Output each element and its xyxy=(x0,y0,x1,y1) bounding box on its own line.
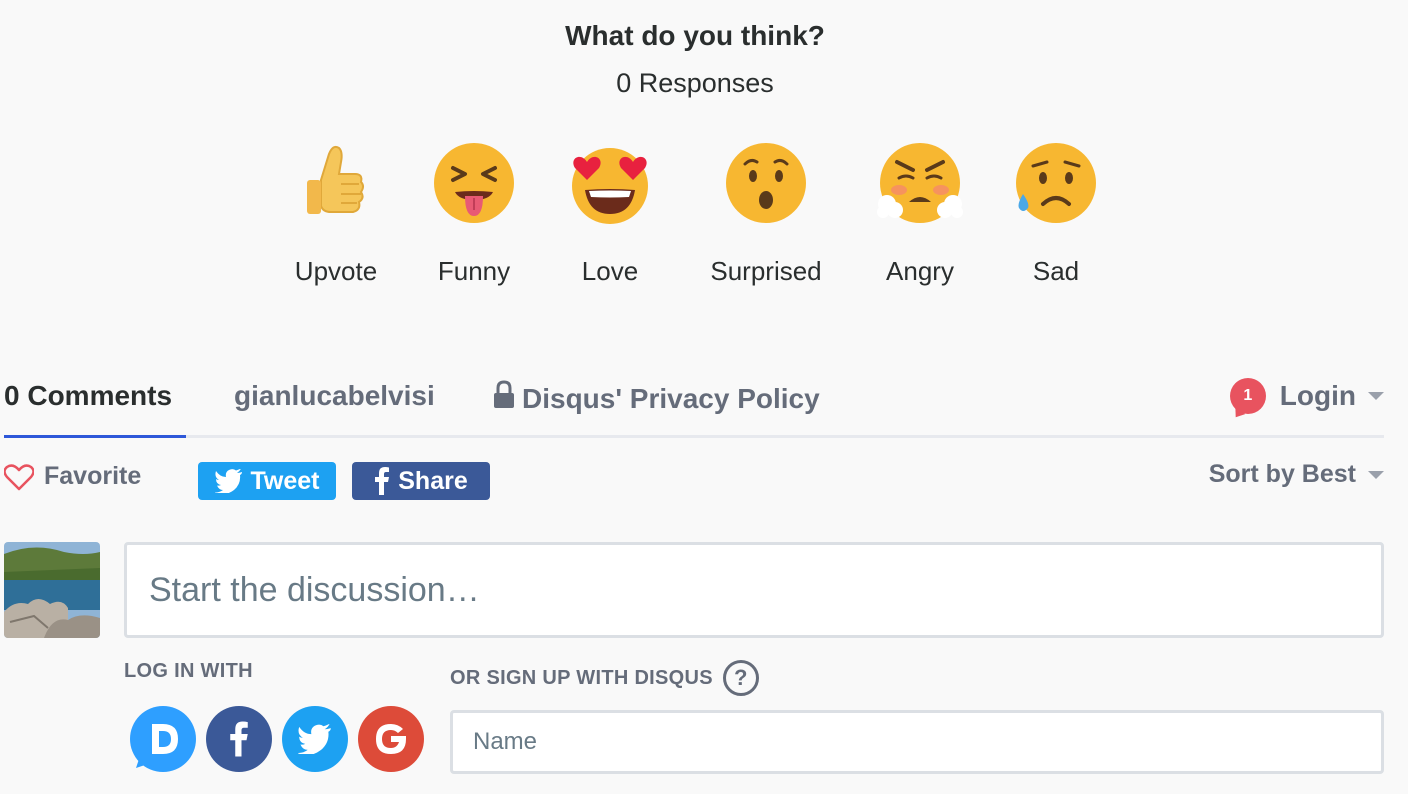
favorite-label: Favorite xyxy=(44,462,142,490)
disqus-logo-icon xyxy=(134,710,192,768)
favorite-button[interactable]: Favorite xyxy=(4,462,141,491)
discussion-input[interactable] xyxy=(124,542,1384,638)
sort-dropdown[interactable]: Sort by Best xyxy=(1209,460,1384,489)
privacy-policy-label: Disqus' Privacy Policy xyxy=(522,383,820,414)
tweet-button[interactable]: Tweet xyxy=(198,462,336,500)
login-dropdown[interactable]: 1 Login xyxy=(1229,378,1384,414)
reaction-love[interactable]: Love xyxy=(540,140,680,287)
reaction-label: Upvote xyxy=(294,256,378,286)
tongue-out-face-icon xyxy=(434,143,514,223)
reaction-label: Angry xyxy=(886,256,954,286)
avatar xyxy=(4,542,100,638)
login-with-label: LOG IN WITH xyxy=(124,660,253,682)
signup-label-row: OR SIGN UP WITH DISQUS ? xyxy=(450,660,759,696)
tab-comments[interactable]: 0 Comments xyxy=(4,380,172,412)
share-button[interactable]: Share xyxy=(352,462,490,500)
facebook-login-button[interactable] xyxy=(206,706,272,772)
google-g-icon xyxy=(376,724,406,754)
twitter-bird-icon xyxy=(214,469,242,493)
chevron-down-icon xyxy=(1368,470,1384,479)
chevron-down-icon xyxy=(1368,392,1384,400)
avatar-landscape-image xyxy=(4,542,100,638)
help-icon[interactable]: ? xyxy=(722,660,759,696)
reaction-label: Sad xyxy=(1032,256,1080,286)
page-title: What do you think? xyxy=(565,20,825,51)
tab-privacy-policy[interactable]: Disqus' Privacy Policy xyxy=(492,380,820,415)
reaction-angry[interactable]: Angry xyxy=(850,140,990,287)
reaction-label: Love xyxy=(581,256,639,286)
heart-eyes-face-icon xyxy=(572,148,648,224)
sort-label: Sort by Best xyxy=(1208,460,1356,488)
login-label: Login xyxy=(1279,380,1356,411)
thumbs-up-icon xyxy=(307,145,364,214)
disqus-login-button[interactable] xyxy=(130,706,196,772)
reaction-label: Funny xyxy=(437,256,511,286)
comments-nav: 0 Comments gianlucabelvisi Disqus' Priva… xyxy=(4,370,1384,438)
tweet-label: Tweet xyxy=(250,466,320,495)
name-field[interactable] xyxy=(450,710,1384,774)
tab-community[interactable]: gianlucabelvisi xyxy=(234,380,435,412)
reaction-upvote[interactable]: Upvote xyxy=(266,140,406,287)
share-label: Share xyxy=(398,466,468,495)
twitter-bird-icon xyxy=(298,724,331,754)
active-tab-underline xyxy=(4,435,186,438)
sad-sweat-face-icon xyxy=(1016,143,1096,223)
lock-icon xyxy=(494,380,514,408)
surprised-face-icon xyxy=(726,143,806,223)
facebook-f-icon xyxy=(230,721,248,757)
facebook-f-icon xyxy=(375,467,390,495)
responses-count: 0 Responses xyxy=(616,68,774,98)
signup-label: OR SIGN UP WITH DISQUS xyxy=(450,666,713,689)
google-login-button[interactable] xyxy=(358,706,424,772)
angry-steam-face-icon xyxy=(877,143,963,223)
notification-badge[interactable]: 1 xyxy=(1229,378,1266,414)
reaction-label: Surprised xyxy=(710,256,822,286)
heart-outline-icon xyxy=(4,463,34,490)
reaction-funny[interactable]: Funny xyxy=(404,140,544,287)
reaction-surprised[interactable]: Surprised xyxy=(696,140,836,287)
reaction-sad[interactable]: Sad xyxy=(986,140,1126,287)
twitter-login-button[interactable] xyxy=(282,706,348,772)
